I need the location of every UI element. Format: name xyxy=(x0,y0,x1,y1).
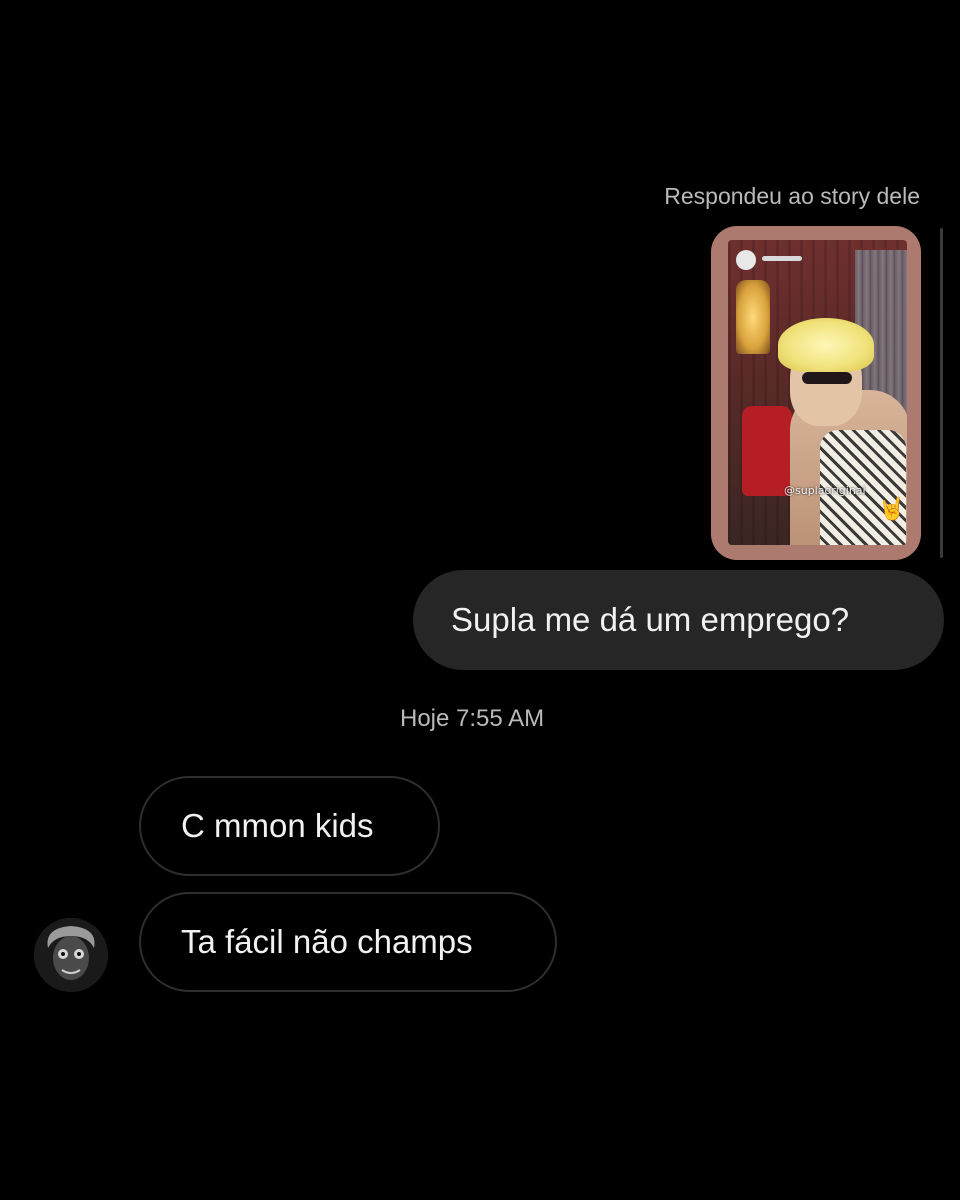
story-preview-card[interactable]: @suplaoriginal 🤘 xyxy=(711,226,921,560)
received-message-bubble[interactable]: C mmon kids xyxy=(139,776,440,876)
story-person-hair xyxy=(778,318,874,372)
received-message-bubble[interactable]: Ta fácil não champs xyxy=(139,892,557,992)
profile-avatar-icon[interactable] xyxy=(34,918,108,992)
received-message-text: Ta fácil não champs xyxy=(181,923,473,960)
story-red-chair xyxy=(742,406,792,496)
story-sunglasses xyxy=(802,372,852,384)
avatar-face-icon xyxy=(34,918,108,992)
sent-message-text: Supla me dá um emprego? xyxy=(451,601,850,638)
story-thumbnail[interactable]: @suplaoriginal 🤘 xyxy=(728,240,907,545)
reply-indicator-line xyxy=(940,228,943,558)
story-author-name xyxy=(762,256,802,261)
received-message-text: C mmon kids xyxy=(181,807,374,844)
story-author-avatar-icon xyxy=(736,250,756,270)
story-reply-label: Respondeu ao story dele xyxy=(664,183,920,209)
story-handle-text: @suplaoriginal xyxy=(784,484,866,497)
message-timestamp: Hoje 7:55 AM xyxy=(400,705,545,732)
sent-message-bubble[interactable]: Supla me dá um emprego? xyxy=(413,570,944,670)
story-lamp xyxy=(736,280,770,354)
rock-horns-icon: 🤘 xyxy=(878,496,906,521)
